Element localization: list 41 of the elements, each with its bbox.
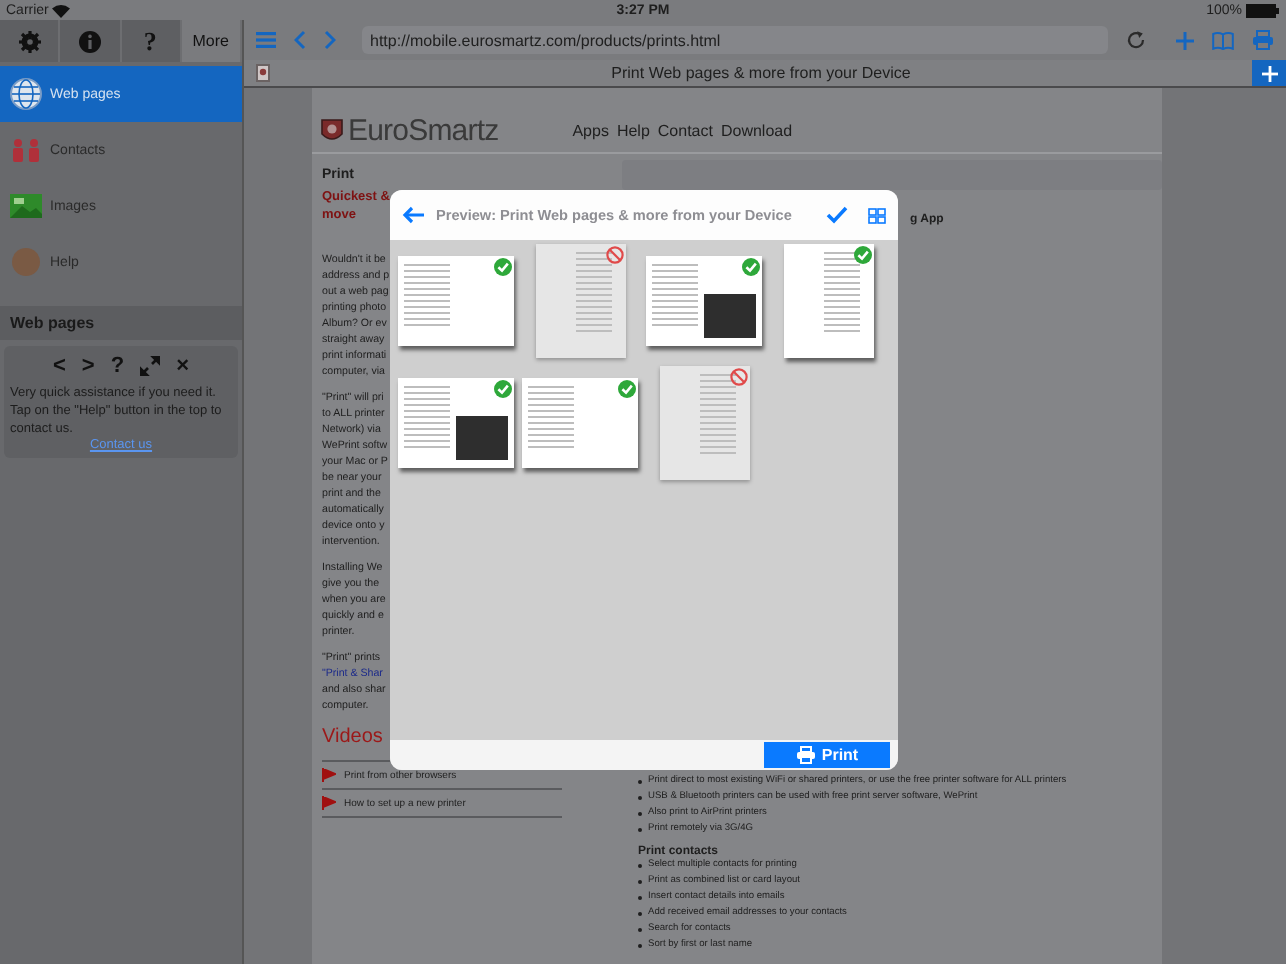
flag-icon xyxy=(322,796,336,810)
checkmark-icon[interactable] xyxy=(826,206,848,224)
page-thumbnail[interactable] xyxy=(646,256,762,346)
reload-icon[interactable] xyxy=(1126,30,1146,50)
nav-link[interactable]: Help xyxy=(616,121,650,139)
help-nav-button[interactable]: × xyxy=(176,354,190,378)
flag-icon xyxy=(322,768,336,782)
gear-icon[interactable] xyxy=(17,29,42,53)
page-thumbnail[interactable] xyxy=(398,378,514,468)
printer-icon xyxy=(795,746,816,764)
battery-icon xyxy=(1246,3,1280,17)
logo-text: EuroSmartz xyxy=(348,113,499,147)
new-tab-button[interactable] xyxy=(1252,60,1286,86)
page-thumbnail[interactable] xyxy=(535,244,625,358)
info-icon[interactable] xyxy=(77,29,102,53)
help-nav-button[interactable]: ? xyxy=(110,354,125,378)
plus-icon xyxy=(1261,65,1277,81)
toolbar-button[interactable]: More xyxy=(181,20,242,62)
help-nav-button[interactable]: > xyxy=(81,354,95,378)
people-icon xyxy=(9,138,41,162)
page-thumbnail[interactable] xyxy=(783,244,873,358)
expand-icon[interactable] xyxy=(140,356,161,376)
avatar-icon xyxy=(11,248,39,276)
section-heading: Videos xyxy=(322,726,385,748)
emblem-icon xyxy=(320,117,344,143)
page-thumbnail[interactable] xyxy=(522,378,638,468)
nav-link[interactable]: Contact xyxy=(657,121,713,139)
page-icon xyxy=(256,64,270,82)
wifi-icon xyxy=(52,3,71,17)
image-icon xyxy=(9,194,41,218)
grid-icon[interactable] xyxy=(868,207,886,223)
page-thumbnail[interactable] xyxy=(659,366,749,480)
globe-icon xyxy=(9,78,41,110)
section-header: Web pages xyxy=(0,306,242,340)
page-thumbnail[interactable] xyxy=(398,256,514,346)
url-field[interactable]: http://mobile.eurosmartz.com/products/prints.html xyxy=(362,26,1108,54)
help-nav-button[interactable]: < xyxy=(52,354,66,378)
nav-link[interactable]: Apps xyxy=(572,121,609,139)
nav-link[interactable]: Download xyxy=(720,121,793,139)
back-arrow-icon[interactable] xyxy=(402,206,424,224)
print-button[interactable]: Print xyxy=(764,742,890,768)
